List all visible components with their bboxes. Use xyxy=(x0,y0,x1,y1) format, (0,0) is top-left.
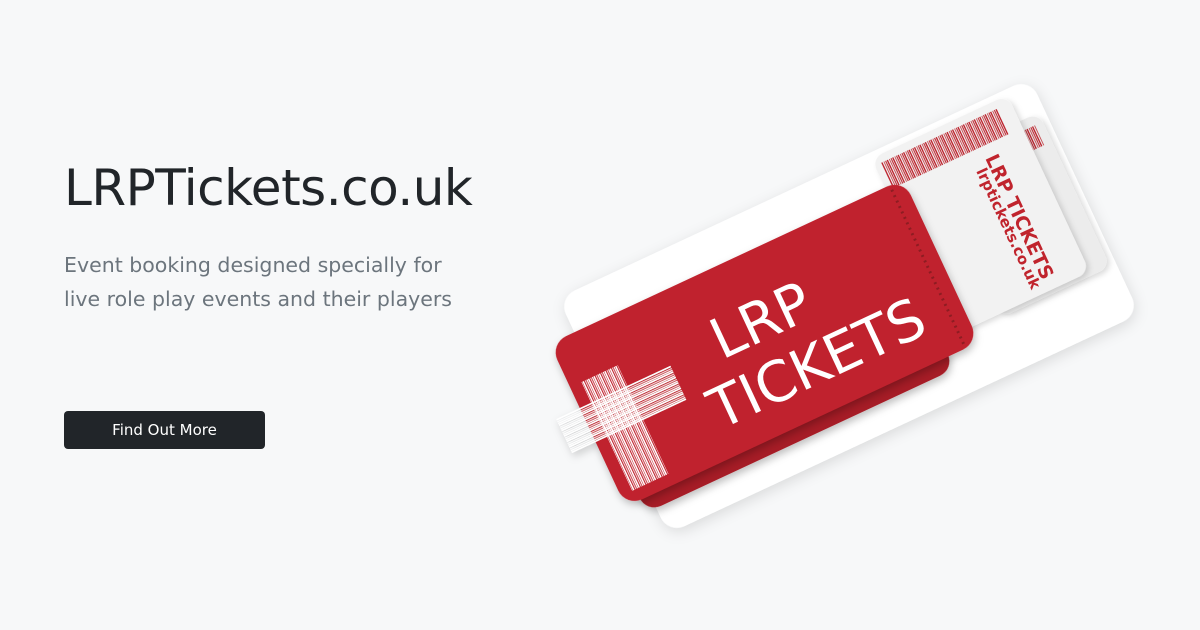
ticket-illustration: LRP TICKETS lrptickets.co.uk LRP TICKETS xyxy=(555,84,1134,528)
hero-section: LRPTickets.co.uk Event booking designed … xyxy=(0,0,1200,630)
site-title: LRPTickets.co.uk xyxy=(64,159,473,217)
find-out-more-button[interactable]: Find Out More xyxy=(64,411,265,449)
site-tagline: Event booking designed specially for liv… xyxy=(64,253,452,311)
